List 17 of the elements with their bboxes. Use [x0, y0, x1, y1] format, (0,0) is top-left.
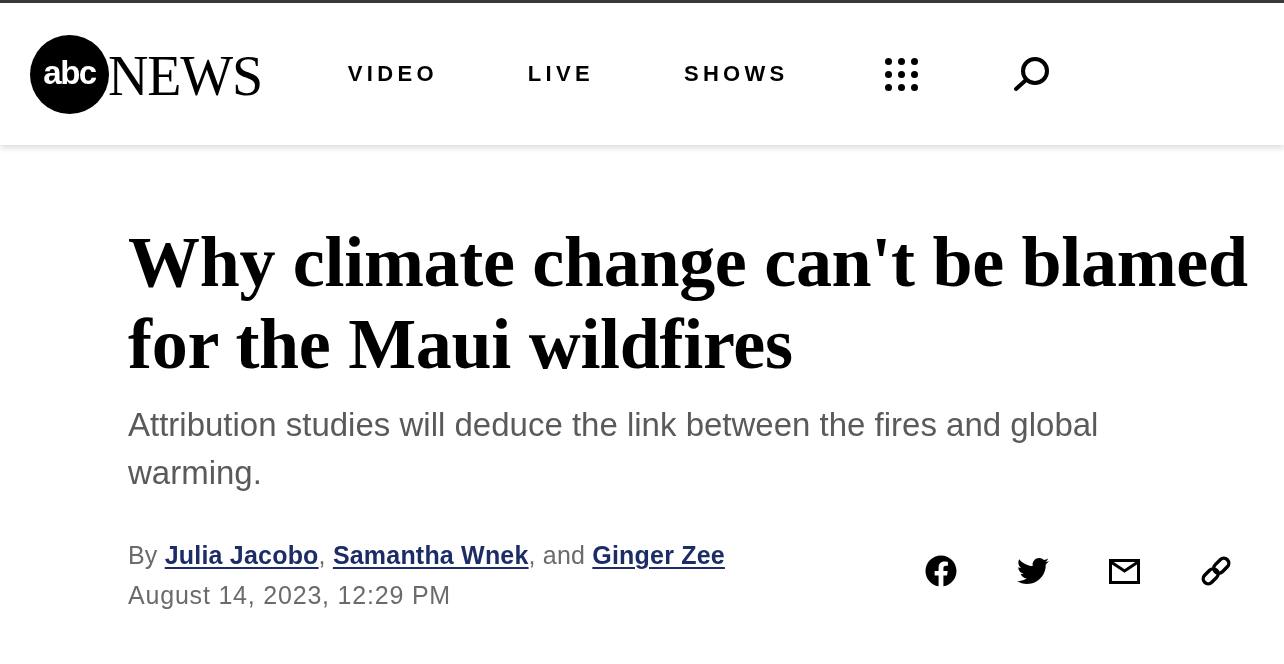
link-icon[interactable] [1200, 555, 1232, 587]
search-icon[interactable] [1011, 56, 1050, 92]
twitter-icon[interactable] [1017, 555, 1049, 587]
nav-link[interactable]: VIDEO [347, 63, 438, 85]
news-logo[interactable]: abc NEWS [30, 34, 262, 114]
author-link[interactable]: Samantha Wnek [332, 541, 529, 569]
subheadline: Attribution studies will deduce the link between the fires and global warming. [128, 405, 1100, 493]
timestamp: August 14, 2023, 12:29 PM [128, 580, 452, 611]
menu-icon[interactable] [884, 57, 918, 91]
nav-link[interactable]: LIVE [527, 63, 594, 85]
byline: By Julia Jacobo, Samantha Wnek, and Ginger Zee [128, 540, 725, 571]
headline: Why climate change can't be blamed for the Maui wildfires [128, 221, 1249, 385]
facebook-icon[interactable] [925, 555, 957, 587]
nav-link[interactable]: SHOWS [683, 63, 789, 85]
author-link[interactable]: Ginger Zee [592, 541, 725, 569]
author-link[interactable]: Julia Jacobo [164, 541, 319, 569]
mail-icon[interactable] [1109, 558, 1140, 584]
